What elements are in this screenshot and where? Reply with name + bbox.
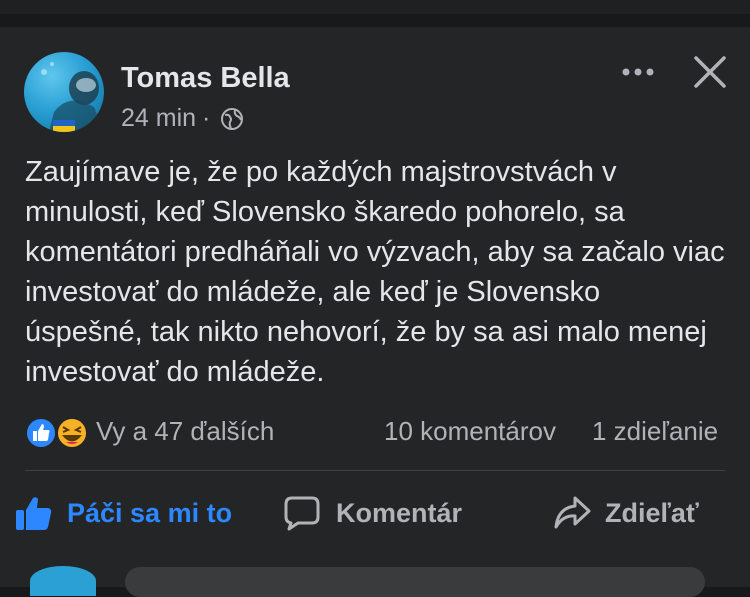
like-label: Páči sa mi to: [67, 497, 233, 528]
post-meta: 24 min ·: [121, 104, 244, 133]
author-name[interactable]: Tomas Bella: [121, 62, 290, 95]
haha-reaction-icon: [56, 417, 88, 449]
share-label: Zdieľať: [605, 497, 699, 528]
author-avatar[interactable]: [24, 52, 104, 132]
shares-count[interactable]: 1 zdieľanie: [592, 416, 718, 447]
comments-count[interactable]: 10 komentárov: [384, 416, 556, 447]
comment-icon: [284, 496, 320, 531]
comment-input[interactable]: [125, 567, 705, 597]
close-icon[interactable]: [690, 52, 730, 92]
comment-avatar: [30, 566, 96, 596]
comment-button[interactable]: Komentár: [284, 490, 462, 536]
reactions-summary[interactable]: Vy a 47 ďalších: [96, 416, 274, 447]
comment-label: Komentár: [336, 497, 463, 528]
like-button[interactable]: Páči sa mi to: [15, 490, 232, 536]
post-time[interactable]: 24 min: [121, 104, 196, 133]
like-reaction-icon: [25, 417, 57, 449]
globe-icon[interactable]: [220, 107, 244, 131]
thumbs-up-icon: [16, 497, 52, 530]
divider: [25, 470, 725, 471]
share-button[interactable]: Zdieľať: [553, 490, 699, 536]
reaction-icons[interactable]: [24, 416, 92, 450]
more-options-icon[interactable]: [620, 60, 656, 84]
top-strip: [0, 0, 750, 14]
post-text: Zaujímave je, že po každých majstrovstvá…: [25, 156, 725, 388]
share-icon: [554, 496, 591, 529]
ukraine-flag-icon: [53, 120, 75, 132]
meta-separator: ·: [202, 104, 211, 132]
